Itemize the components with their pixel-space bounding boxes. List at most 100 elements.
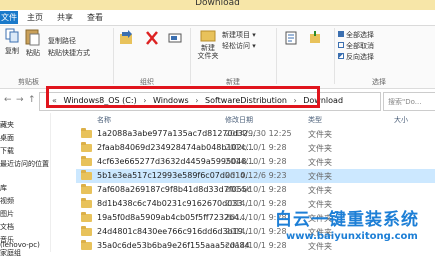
new-folder-button[interactable]: 新建 文件夹 bbox=[196, 28, 220, 60]
back-arrow-icon[interactable]: ← bbox=[4, 95, 12, 105]
folder-icon bbox=[81, 212, 92, 222]
nav-item-desktop[interactable]: 桌面 bbox=[0, 133, 14, 143]
nav-item-recent-places[interactable]: 最近访问的位置 bbox=[0, 159, 49, 169]
copy-icon bbox=[5, 28, 19, 43]
up-arrow-icon[interactable]: ↑ bbox=[28, 95, 36, 105]
folder-icon bbox=[81, 240, 92, 250]
new-folder-icon bbox=[200, 30, 216, 42]
file-row[interactable]: 4cf63e665277d3632d4459a5995048... 2014/1… bbox=[76, 155, 435, 169]
title-bar: Download bbox=[0, 0, 435, 10]
address-highlight-box bbox=[46, 86, 320, 108]
copy-path-label: 复制路径 bbox=[48, 37, 76, 45]
file-type: 文件夹 bbox=[308, 158, 332, 167]
tab-file[interactable]: 文件 bbox=[0, 11, 18, 24]
folder-icon bbox=[81, 226, 92, 236]
rename-icon bbox=[168, 33, 182, 43]
move-to-button[interactable] bbox=[117, 30, 135, 48]
open-icon bbox=[310, 31, 320, 43]
tab-home[interactable]: 主页 bbox=[22, 11, 48, 24]
column-header-date[interactable]: 修改日期 bbox=[225, 115, 253, 125]
nav-item-homegroup[interactable]: 家庭组 bbox=[0, 248, 21, 258]
chevron-down-icon: ▾ bbox=[252, 31, 256, 39]
watermark-url: www.baiyunxitong.com bbox=[286, 231, 418, 242]
search-input[interactable]: 搜索"Do... bbox=[383, 92, 435, 111]
new-folder-label: 新建 文件夹 bbox=[197, 44, 219, 60]
folder-icon bbox=[81, 156, 92, 166]
nav-item-libraries[interactable]: 库 bbox=[0, 183, 7, 193]
folder-icon bbox=[81, 184, 92, 194]
paste-shortcut-button[interactable]: 粘贴快捷方式 bbox=[48, 48, 90, 58]
file-row-selected[interactable]: 5b1e3ea517c12993e589f6c07d0d10... 2014/1… bbox=[76, 169, 435, 183]
forward-arrow-icon[interactable]: → bbox=[16, 95, 24, 105]
select-none-icon bbox=[338, 42, 344, 48]
ribbon-divider bbox=[334, 28, 335, 84]
select-none-label: 全部取消 bbox=[346, 42, 374, 50]
properties-button[interactable] bbox=[282, 30, 300, 48]
copy-path-button[interactable]: 复制路径 bbox=[48, 36, 76, 46]
tab-view[interactable]: 查看 bbox=[82, 11, 108, 24]
paste-label: 粘贴 bbox=[26, 49, 40, 57]
file-date: 2014/10/1 9:28 bbox=[225, 185, 287, 194]
delete-button[interactable] bbox=[143, 30, 161, 48]
invert-selection-button[interactable]: 反向选择 bbox=[338, 52, 374, 62]
watermark: 白云一键重装系统 www.baiyunxitong.com bbox=[272, 205, 432, 245]
ribbon-divider bbox=[113, 28, 114, 84]
copy-label: 复制 bbox=[5, 47, 19, 55]
new-item-label: 新建项目 bbox=[222, 31, 250, 39]
navigation-pane: 藏夹 桌面 下载 最近访问的位置 库 视频 图片 文档 音乐 家庭组 bbox=[0, 113, 51, 257]
nav-item-videos[interactable]: 视频 bbox=[0, 196, 14, 206]
select-all-icon bbox=[338, 31, 344, 37]
column-header-type[interactable]: 类型 bbox=[308, 115, 322, 125]
column-header-name[interactable]: 名称 bbox=[97, 115, 111, 125]
window-title: Download bbox=[195, 0, 240, 8]
file-type: 文件夹 bbox=[308, 130, 332, 139]
file-type: 文件夹 bbox=[308, 186, 332, 195]
open-button[interactable] bbox=[306, 30, 324, 48]
copy-button[interactable]: 复制 bbox=[2, 28, 22, 56]
easy-access-button[interactable]: 轻松访问 ▾ bbox=[222, 41, 256, 51]
nav-item-pictures[interactable]: 图片 bbox=[0, 209, 14, 219]
invert-selection-icon bbox=[338, 53, 344, 59]
rename-button[interactable] bbox=[166, 30, 184, 48]
paste-shortcut-label: 粘贴快捷方式 bbox=[48, 49, 90, 57]
paste-icon bbox=[25, 29, 40, 46]
file-date: 2014/9/30 12:25 bbox=[225, 129, 292, 138]
select-all-button[interactable]: 全部选择 bbox=[338, 30, 374, 40]
select-none-button[interactable]: 全部取消 bbox=[338, 41, 374, 51]
select-group-label: 选择 bbox=[372, 78, 386, 86]
column-header-row: 名称 修改日期 类型 大小 bbox=[76, 113, 435, 126]
select-all-label: 全部选择 bbox=[346, 31, 374, 39]
file-type: 文件夹 bbox=[308, 144, 332, 153]
ribbon: 复制 粘贴 复制路径 粘贴快捷方式 剪贴板 组织 新建 文件夹 新建项目 ▾ 轻… bbox=[0, 26, 435, 89]
tab-share[interactable]: 共享 bbox=[52, 11, 78, 24]
ribbon-tabs: 文件 主页 共享 查看 bbox=[0, 10, 435, 26]
ribbon-divider bbox=[190, 28, 191, 84]
file-date: 2014/10/1 9:28 bbox=[225, 157, 287, 166]
search-placeholder: 搜索"Do... bbox=[388, 98, 422, 106]
move-to-icon bbox=[120, 30, 132, 44]
folder-icon bbox=[81, 198, 92, 208]
file-row[interactable]: 2faab84069d234928474ab048b102c... 2014/1… bbox=[76, 141, 435, 155]
file-row[interactable]: 7af608a269187c9f8b41d8d33d7f055c 2014/10… bbox=[76, 183, 435, 197]
folder-icon bbox=[81, 128, 92, 138]
chevron-down-icon: ▾ bbox=[252, 42, 256, 50]
nav-item-documents[interactable]: 文档 bbox=[0, 222, 14, 232]
invert-selection-label: 反向选择 bbox=[346, 53, 374, 61]
file-date: 2014/10/1 9:28 bbox=[225, 143, 287, 152]
file-type: 文件夹 bbox=[308, 172, 332, 181]
paste-button[interactable]: 粘贴 bbox=[22, 28, 44, 58]
easy-access-label: 轻松访问 bbox=[222, 42, 250, 50]
folder-icon bbox=[81, 142, 92, 152]
file-date: 2014/12/6 9:23 bbox=[225, 171, 287, 180]
nav-item-computer[interactable]: (lenovo-pc) bbox=[0, 241, 40, 249]
properties-icon bbox=[285, 31, 297, 45]
ribbon-divider bbox=[276, 28, 277, 84]
nav-item-favorites[interactable]: 藏夹 bbox=[0, 120, 14, 130]
watermark-text: 白云一键重装系统 bbox=[275, 210, 419, 230]
file-row[interactable]: 1a2088a3abe977a135ac7d81270d32... 2014/9… bbox=[76, 127, 435, 141]
new-item-button[interactable]: 新建项目 ▾ bbox=[222, 30, 256, 40]
delete-icon bbox=[146, 31, 158, 45]
column-header-size[interactable]: 大小 bbox=[394, 115, 408, 125]
clipboard-group-label: 剪贴板 bbox=[18, 78, 39, 86]
nav-item-downloads[interactable]: 下载 bbox=[0, 146, 14, 156]
